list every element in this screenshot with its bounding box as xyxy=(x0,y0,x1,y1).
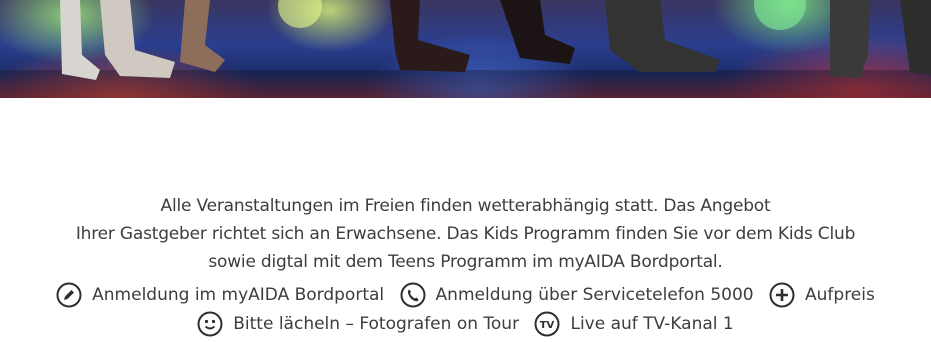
legend-item-servicetelefon: Anmeldung über Servicetelefon 5000 xyxy=(400,282,754,308)
intro-text: Alle Veranstaltungen im Freien finden we… xyxy=(0,192,931,276)
legend-label: Anmeldung im myAIDA Bordportal xyxy=(92,285,385,305)
plus-icon xyxy=(769,282,795,308)
legend-item-tv: TV Live auf TV-Kanal 1 xyxy=(534,311,734,337)
legend-item-bordportal: Anmeldung im myAIDA Bordportal xyxy=(56,282,384,308)
intro-line-1: Alle Veranstaltungen im Freien finden we… xyxy=(160,196,771,216)
legend-row-1: Anmeldung im myAIDA Bordportal Anmeldung… xyxy=(0,282,931,313)
hero-image xyxy=(0,0,931,98)
legend-label: Anmeldung über Servicetelefon 5000 xyxy=(435,285,754,305)
tv-icon: TV xyxy=(534,311,560,337)
dancing-feet-illustration xyxy=(0,0,931,98)
legend-label: Live auf TV-Kanal 1 xyxy=(570,314,734,334)
phone-icon xyxy=(400,282,426,308)
intro-line-2: Ihrer Gastgeber richtet sich an Erwachse… xyxy=(75,224,856,244)
intro-line-3: sowie digtal mit dem Teens Programm im m… xyxy=(208,252,723,272)
pencil-icon xyxy=(56,282,82,308)
legend-label: Bitte lächeln – Fotografen on Tour xyxy=(233,314,520,334)
smile-icon xyxy=(197,311,223,337)
legend-row-2: Bitte lächeln – Fotografen on Tour TV Li… xyxy=(0,311,931,342)
legend-label: Aufpreis xyxy=(805,285,875,305)
legend-item-aufpreis: Aufpreis xyxy=(769,282,875,308)
legend-item-fotografen: Bitte lächeln – Fotografen on Tour xyxy=(197,311,519,337)
